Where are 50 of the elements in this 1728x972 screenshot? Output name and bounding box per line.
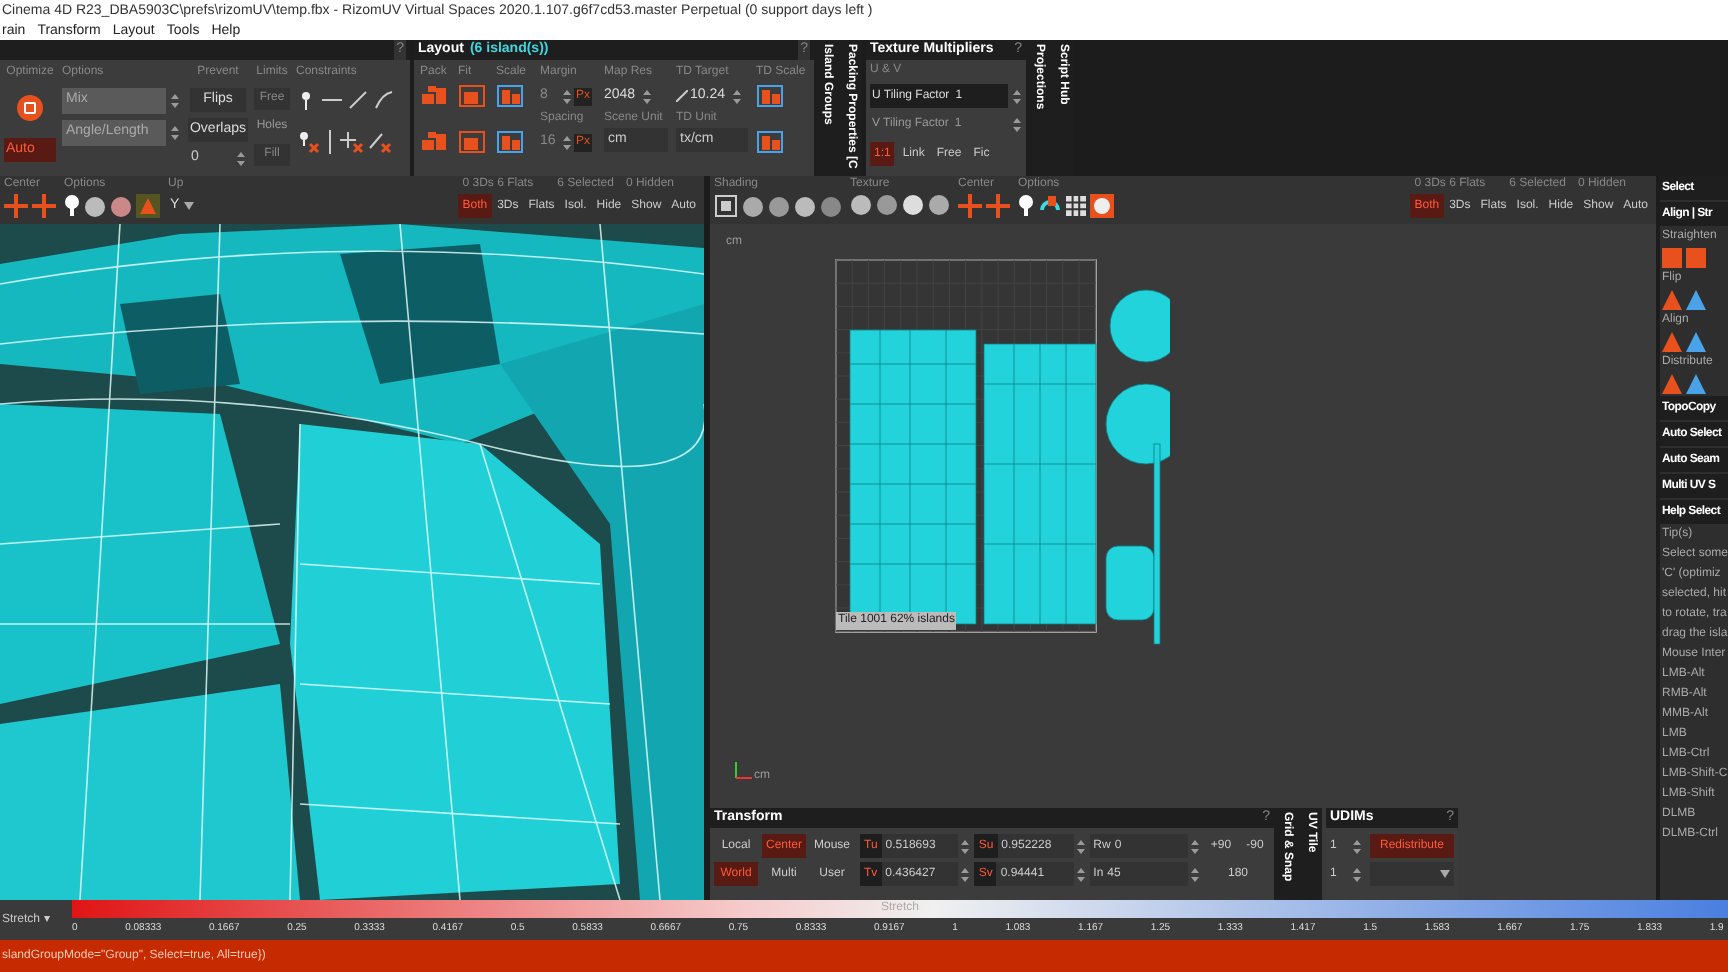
spinner-arrows-icon[interactable] (1352, 865, 1362, 883)
spinner-arrows-icon[interactable] (1012, 87, 1022, 105)
move-cross-icon[interactable] (986, 194, 1010, 218)
vertical-line-icon[interactable] (324, 130, 336, 154)
move-cross-icon[interactable] (32, 194, 56, 218)
framed-block-icon[interactable] (458, 84, 486, 108)
spinner-arrows-icon[interactable] (235, 149, 245, 167)
spinner-arrows-icon[interactable] (1189, 837, 1200, 855)
bulb-icon[interactable] (1018, 194, 1034, 218)
spinner-arrows-icon[interactable] (170, 124, 180, 142)
spinner-arrows-icon[interactable] (960, 865, 971, 883)
line-remove-icon[interactable] (368, 130, 392, 154)
sphere-icon[interactable] (742, 195, 764, 217)
spinner-arrows-icon[interactable] (1352, 837, 1362, 855)
sphere-icon[interactable] (110, 195, 132, 217)
pin-remove-icon[interactable] (296, 130, 320, 154)
caret-icon[interactable] (1440, 870, 1450, 878)
pin-icon[interactable] (296, 90, 316, 110)
spinner-arrows-icon[interactable] (732, 87, 742, 105)
spinner-arrows-icon[interactable] (562, 87, 572, 105)
cross-remove-icon[interactable] (340, 130, 364, 154)
spinner-arrows-icon[interactable] (642, 87, 652, 105)
framed-block-icon[interactable] (458, 130, 486, 154)
spinner-arrows-icon[interactable] (960, 837, 971, 855)
spinner-arrows-icon[interactable] (1012, 115, 1022, 133)
scaled-blocks-icon[interactable] (496, 84, 524, 108)
optimize-icon[interactable] (16, 94, 44, 122)
scaled-blocks-icon[interactable] (756, 130, 784, 154)
sphere-icon[interactable] (928, 194, 950, 216)
curve-icon[interactable] (374, 90, 394, 110)
spinner-arrows-icon[interactable] (562, 133, 572, 151)
caret-icon[interactable] (183, 202, 194, 210)
spinner-arrows-icon[interactable] (1189, 865, 1200, 883)
scaled-blocks-icon[interactable] (496, 130, 524, 154)
spinner-arrows-icon[interactable] (1075, 865, 1086, 883)
diagonal-line-icon[interactable] (348, 90, 368, 110)
scaled-blocks-icon[interactable] (756, 84, 784, 108)
axis-gizmo-icon (734, 760, 754, 780)
frame-icon[interactable] (714, 194, 738, 218)
stacked-blocks-icon[interactable] (420, 130, 448, 154)
udim-dropdown[interactable] (1370, 862, 1454, 886)
bulb-icon[interactable] (64, 194, 80, 218)
spinner-arrows-icon[interactable] (1075, 837, 1086, 855)
sphere-icon[interactable] (902, 194, 924, 216)
stacked-blocks-icon[interactable] (420, 84, 448, 108)
move-cross-icon[interactable] (4, 194, 28, 218)
sphere-icon[interactable] (876, 194, 898, 216)
grid-icon[interactable] (1066, 196, 1086, 216)
spinner-arrows-icon[interactable] (170, 92, 180, 110)
move-cross-icon[interactable] (958, 194, 982, 218)
